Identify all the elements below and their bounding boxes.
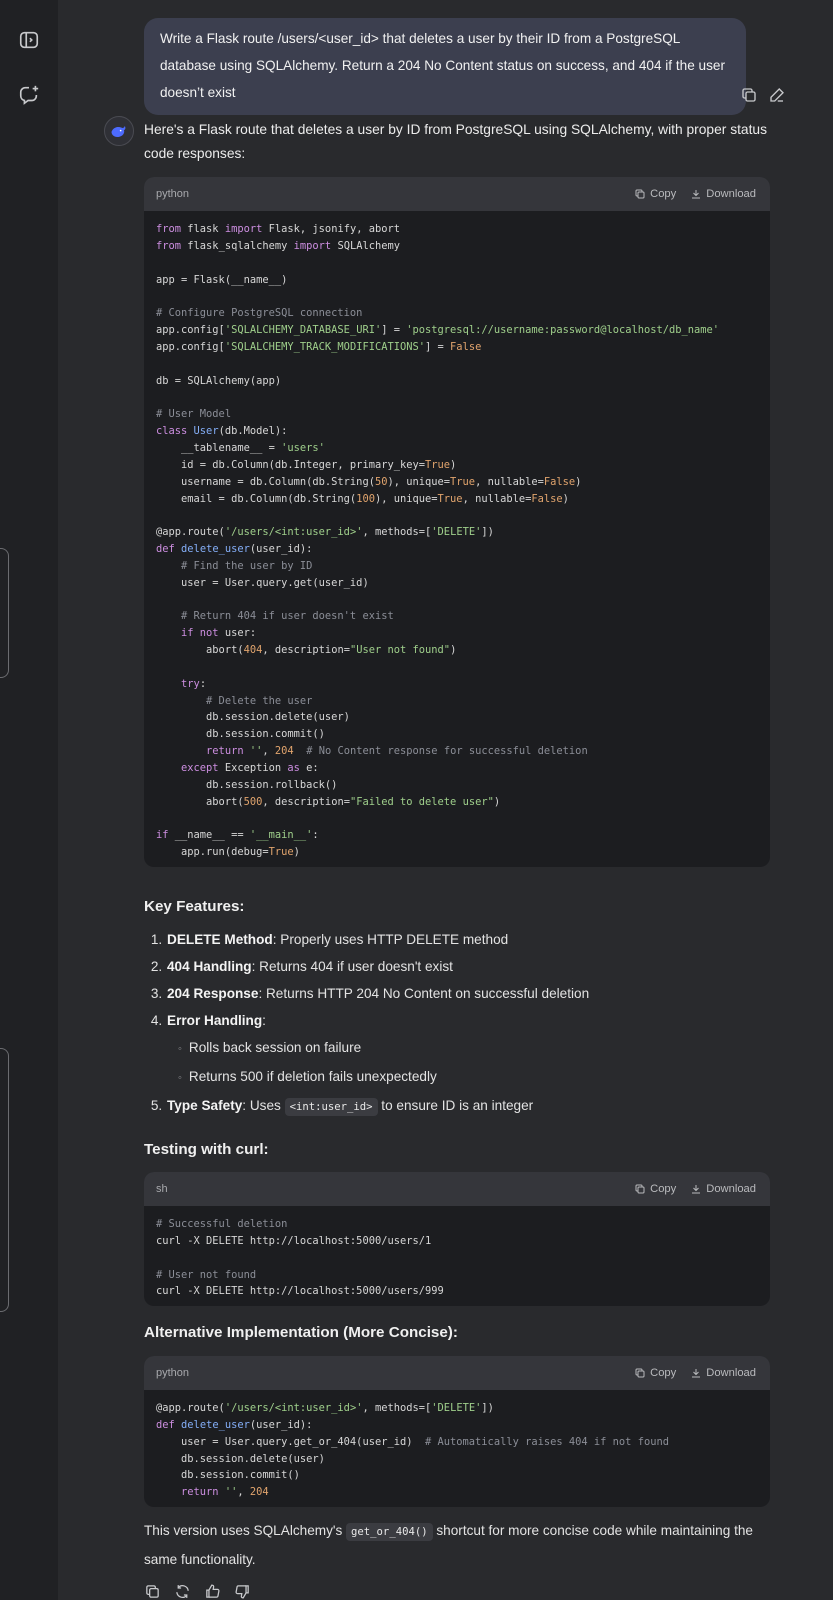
code-block-python-alt: python Copy Download @app.route('/users/… (144, 1356, 770, 1508)
copy-code-button[interactable]: Copy (634, 1183, 676, 1195)
download-code-button[interactable]: Download (690, 188, 756, 200)
list-item: 204 Response: Returns HTTP 204 No Conten… (166, 980, 786, 1007)
assistant-avatar (104, 116, 134, 146)
sub-list-item: Returns 500 if deletion fails unexpected… (177, 1063, 786, 1092)
alternative-heading: Alternative Implementation (More Concise… (144, 1324, 458, 1341)
user-message-actions (740, 86, 786, 104)
download-code-button[interactable]: Download (690, 1183, 756, 1195)
code-block-header: sh Copy Download (144, 1172, 770, 1206)
user-message: Write a Flask route /users/<user_id> tha… (144, 18, 746, 115)
inline-code: <int:user_id> (284, 1098, 378, 1116)
sub-list-item: Rolls back session on failure (177, 1034, 786, 1063)
scroll-edge-indicator[interactable] (0, 1048, 9, 1312)
list-item: DELETE Method: Properly uses HTTP DELETE… (166, 926, 786, 953)
code-language-label: python (156, 1367, 190, 1379)
code-block-header: python Copy Download (144, 177, 770, 211)
copy-icon (635, 189, 645, 199)
copy-code-button[interactable]: Copy (634, 1367, 676, 1379)
download-code-button[interactable]: Download (690, 1367, 756, 1379)
sidebar (0, 0, 58, 1600)
copy-icon (635, 1184, 645, 1194)
code-block-sh: sh Copy Download # Successful deletion c… (144, 1172, 770, 1307)
thumbs-down-icon[interactable] (234, 1583, 251, 1600)
answer-intro: Here's a Flask route that deletes a user… (144, 122, 768, 161)
assistant-answer: Here's a Flask route that deletes a user… (144, 118, 784, 1599)
list-item: Type Safety: Uses <int:user_id> to ensur… (166, 1092, 786, 1121)
code-language-label: python (156, 188, 190, 200)
download-icon (692, 190, 701, 199)
code-content: # Successful deletion curl -X DELETE htt… (156, 1218, 444, 1298)
code-language-label: sh (156, 1183, 168, 1195)
list-item: Error Handling: Rolls back session on fa… (166, 1007, 786, 1092)
answer-actions (144, 1583, 251, 1600)
code-block-python: python Copy Download from flask import F… (144, 177, 770, 868)
key-features-heading: Key Features: (144, 898, 245, 915)
panel-toggle-icon[interactable] (16, 27, 42, 53)
testing-heading: Testing with curl: (144, 1141, 269, 1158)
whale-logo-icon (111, 126, 126, 137)
list-item: 404 Handling: Returns 404 if user doesn'… (166, 953, 786, 980)
code-content: from flask import Flask, jsonify, abort … (156, 223, 720, 859)
regenerate-icon[interactable] (174, 1583, 191, 1600)
copy-icon (635, 1368, 645, 1378)
edit-icon[interactable] (768, 86, 786, 104)
download-icon (692, 1369, 701, 1378)
download-icon (692, 1185, 701, 1194)
code-content: @app.route('/users/<int:user_id>', metho… (156, 1402, 669, 1499)
answer-outro: This version uses SQLAlchemy's get_or_40… (144, 1523, 753, 1567)
code-block-header: python Copy Download (144, 1356, 770, 1390)
scroll-edge-indicator[interactable] (0, 548, 9, 678)
thumbs-up-icon[interactable] (204, 1583, 221, 1600)
inline-code: get_or_404() (346, 1523, 433, 1541)
sub-list: Rolls back session on failure Returns 50… (167, 1034, 786, 1092)
new-chat-icon[interactable] (16, 82, 42, 108)
copy-code-button[interactable]: Copy (634, 188, 676, 200)
copy-icon[interactable] (144, 1583, 161, 1600)
copy-icon[interactable] (740, 86, 758, 104)
features-list: DELETE Method: Properly uses HTTP DELETE… (144, 926, 786, 1121)
